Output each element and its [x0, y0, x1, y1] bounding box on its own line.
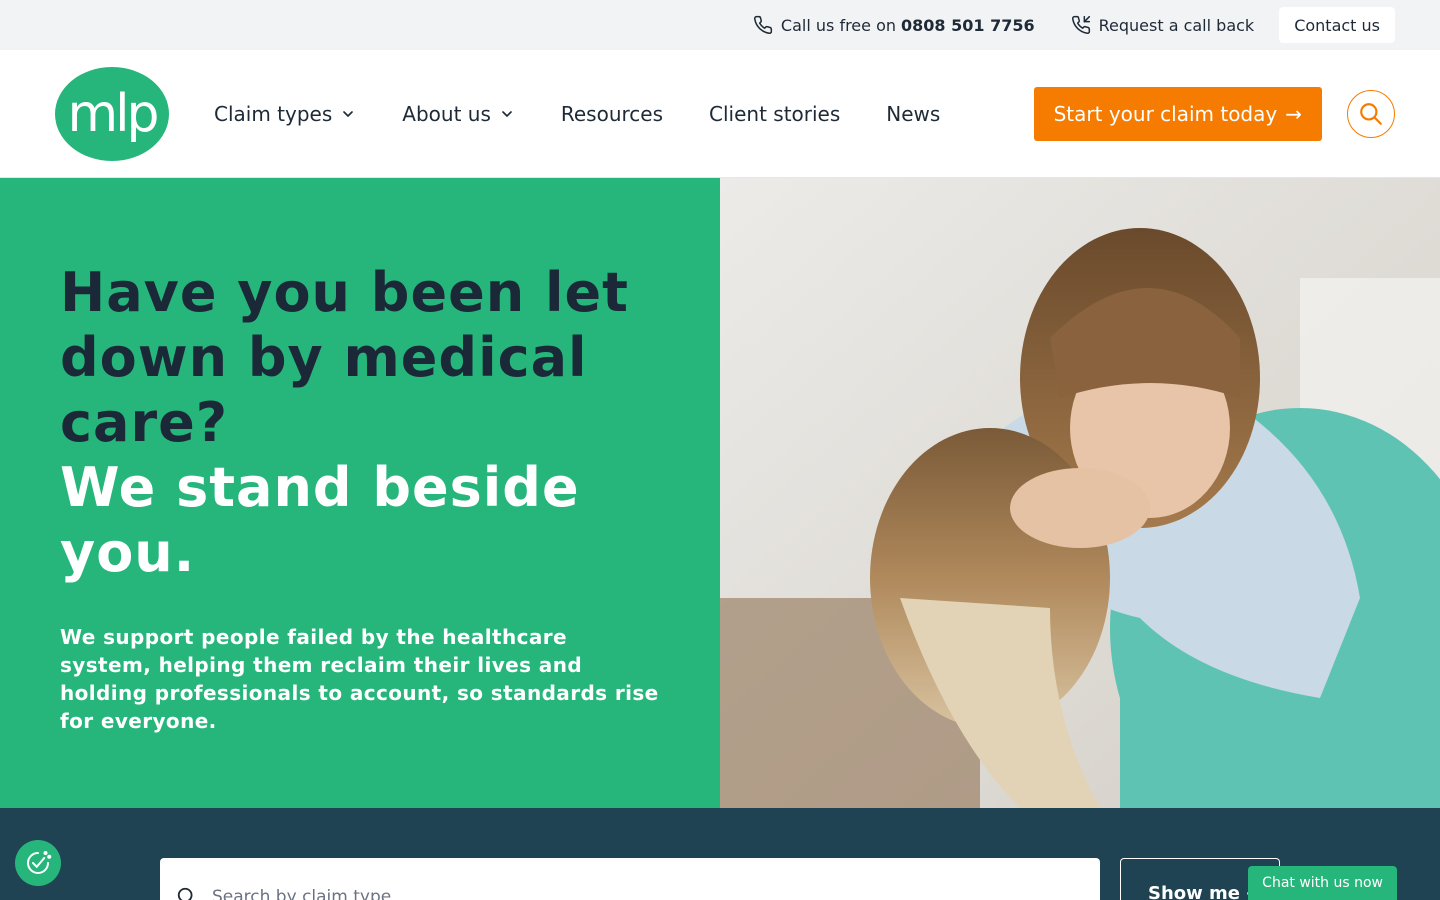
chevron-down-icon: [502, 110, 512, 117]
nav-label: Claim types: [214, 101, 333, 126]
hero-title-secondary: We stand beside you.: [60, 456, 580, 584]
cookie-consent-icon: [27, 851, 52, 874]
phone-icon: [753, 15, 773, 34]
hero-text-panel: Have you been let down by medical care? …: [0, 178, 720, 808]
hero-title: Have you been let down by medical care?: [60, 261, 629, 454]
main-header: mlp Claim types About us Resources Clien…: [0, 50, 1440, 178]
logo-text: mlp: [67, 83, 159, 144]
nav-claim-types[interactable]: Claim types: [214, 102, 356, 126]
chevron-down-icon: [343, 110, 354, 117]
call-prefix-text: Call us free on: [780, 15, 896, 35]
phone-callback-icon: [1071, 15, 1090, 34]
mlp-logo[interactable]: mlp: [55, 66, 169, 161]
cookie-settings-button[interactable]: [15, 840, 61, 886]
nav-client-stories[interactable]: Client stories: [709, 102, 840, 126]
hero-subtitle: We support people failed by the healthca…: [60, 625, 659, 733]
utility-bar: Call us free on 0808 501 7756 Request a …: [0, 0, 1440, 50]
callback-label: Request a call back: [1098, 15, 1255, 35]
cta-label: Start your claim today: [1053, 101, 1278, 126]
hero-image: [720, 178, 1440, 808]
main-nav: Claim types About us Resources Client st…: [214, 102, 986, 126]
call-us-link[interactable]: Call us free on 0808 501 7756: [753, 15, 1035, 35]
nav-about-us[interactable]: About us: [402, 102, 515, 126]
search-placeholder: Search by claim type: [212, 887, 392, 900]
search-icon: [177, 887, 193, 900]
nav-label: Client stories: [709, 101, 841, 126]
hero-section: Have you been let down by medical care? …: [0, 178, 1440, 808]
claim-search-section: Search by claim type Show me → Chat with…: [0, 808, 1440, 900]
search-icon: [1360, 102, 1382, 125]
nav-news[interactable]: News: [886, 102, 940, 126]
search-button[interactable]: [1347, 89, 1395, 138]
start-claim-button[interactable]: Start your claim today →: [1033, 86, 1322, 141]
arrow-right-icon: →: [1285, 101, 1302, 126]
chat-button[interactable]: Chat with us now: [1248, 866, 1397, 900]
request-callback-link[interactable]: Request a call back: [1071, 15, 1255, 35]
claim-search-input[interactable]: Search by claim type: [160, 858, 1100, 900]
phone-number[interactable]: 0808 501 7756: [901, 16, 1035, 35]
hero-photo-illustration: [720, 178, 1440, 808]
contact-us-button[interactable]: Contact us: [1279, 7, 1395, 43]
nav-label: Resources: [560, 101, 664, 126]
nav-resources[interactable]: Resources: [561, 102, 663, 126]
nav-label: About us: [402, 101, 491, 126]
nav-label: News: [886, 101, 941, 126]
show-me-label: Show me: [1148, 883, 1241, 900]
